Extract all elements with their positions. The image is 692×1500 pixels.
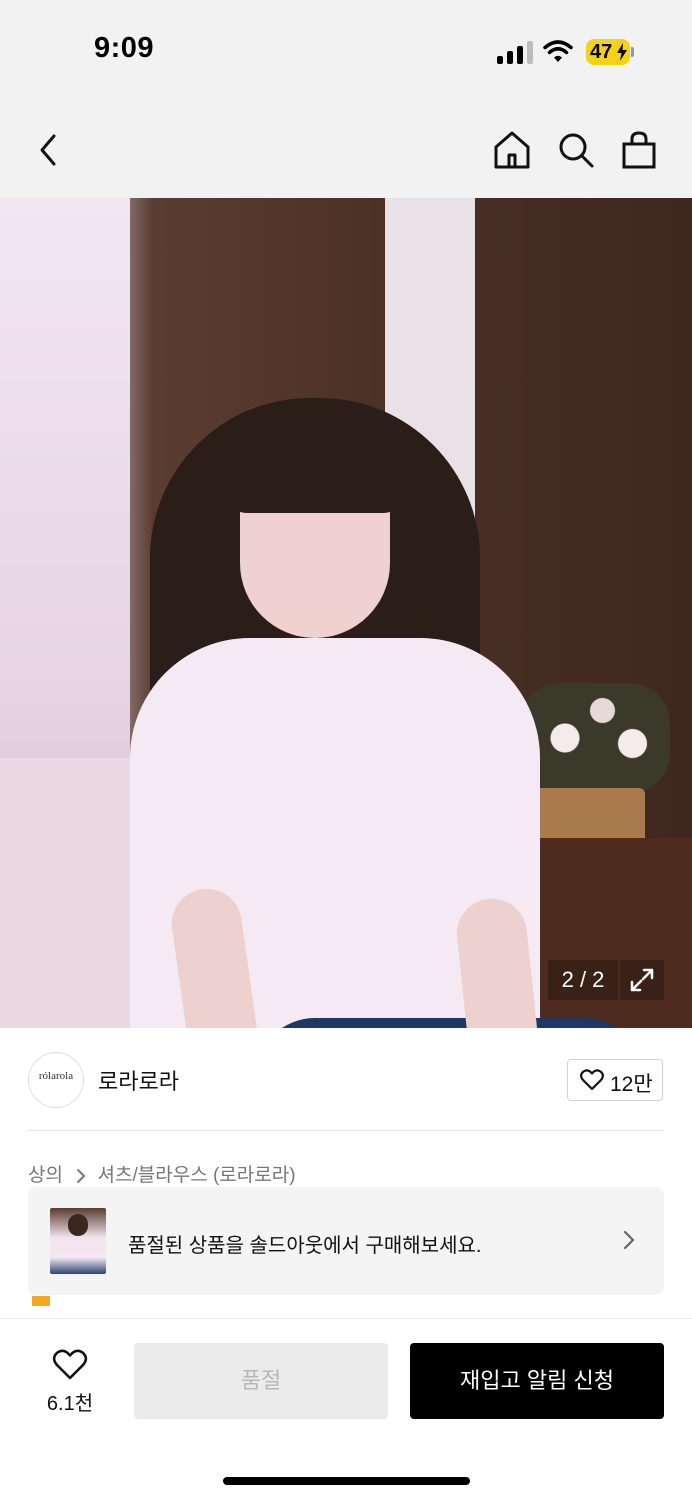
status-bar: 9:09 47	[0, 0, 692, 100]
image-counter: 2 / 2	[548, 960, 618, 1000]
soldout-banner[interactable]: 품절된 상품을 솔드아웃에서 구매해보세요.	[28, 1187, 664, 1295]
bottom-action-bar: 6.1천 품절 재입고 알림 신청	[0, 1318, 692, 1500]
divider	[28, 1130, 664, 1131]
brand-name[interactable]: 로라로라	[98, 1064, 179, 1096]
wish-button[interactable]: 6.1천	[40, 1349, 100, 1415]
home-icon[interactable]	[492, 130, 532, 170]
heart-outline-icon	[580, 1069, 604, 1091]
breadcrumb-subcategory[interactable]: 셔츠/블라우스 (로라로라)	[98, 1165, 296, 1186]
soldout-banner-text: 품절된 상품을 솔드아웃에서 구매해보세요.	[128, 1235, 482, 1257]
signal-icon	[497, 40, 533, 64]
battery-level: 47	[590, 41, 613, 63]
breadcrumb: 상의 셔츠/블라우스 (로라로라)	[28, 1160, 296, 1187]
star-icon	[32, 1296, 50, 1306]
brand-like-count: 12만	[610, 1073, 653, 1096]
expand-button[interactable]	[620, 960, 664, 1000]
search-icon[interactable]	[556, 130, 596, 170]
breadcrumb-category[interactable]: 상의	[28, 1165, 63, 1186]
battery-charging-icon: 47	[586, 39, 634, 65]
brand-logo-text: rólarola	[38, 1070, 74, 1082]
brand-logo[interactable]: rólarola	[28, 1052, 84, 1108]
restock-alert-button[interactable]: 재입고 알림 신청	[410, 1343, 664, 1419]
rating-summary	[30, 1296, 230, 1306]
shopping-bag-icon[interactable]	[620, 130, 658, 170]
top-nav-bar	[0, 100, 692, 198]
wifi-icon	[543, 40, 573, 62]
back-chevron-icon[interactable]	[34, 132, 66, 168]
status-time: 9:09	[94, 32, 155, 64]
heart-outline-icon	[52, 1349, 88, 1380]
soldout-button: 품절	[134, 1343, 388, 1419]
soldout-thumbnail	[50, 1208, 106, 1274]
chevron-right-icon	[623, 1230, 635, 1250]
product-image[interactable]	[0, 198, 692, 1028]
wish-count: 6.1천	[46, 1393, 94, 1415]
brand-row[interactable]: rólarola 로라로라 12만	[0, 1030, 692, 1130]
chevron-right-icon	[77, 1168, 86, 1183]
brand-like-button[interactable]: 12만	[567, 1059, 663, 1101]
home-indicator[interactable]	[223, 1477, 470, 1485]
expand-arrows-icon	[630, 968, 654, 992]
